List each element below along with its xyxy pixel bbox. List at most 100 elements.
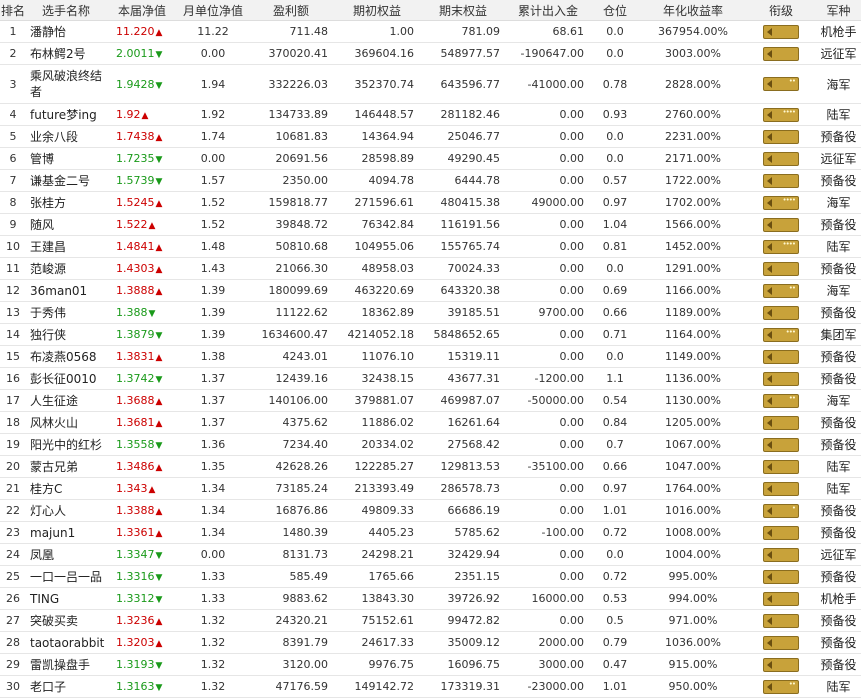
table-row[interactable]: 23 majun1 1.3361▲ 1.34 1480.39 4405.23 5785.62… xyxy=(0,521,861,544)
table-row[interactable]: 14 独行侠 1.3879▼ 1.39 1634600.47 4214052.18 5848… xyxy=(0,323,861,346)
start-equity-cell: 75152.61 xyxy=(334,609,420,632)
player-name-link[interactable]: 张桂方 xyxy=(26,191,106,214)
player-name-link[interactable]: 随风 xyxy=(26,213,106,236)
player-name-link[interactable]: 突破买卖 xyxy=(26,609,106,632)
net-flow-cell: 0.00 xyxy=(506,323,590,346)
table-row[interactable]: 5 业余八段 1.7438▲ 1.74 10681.83 14364.94 25046.77… xyxy=(0,125,861,148)
rank-insignia-icon: •• xyxy=(763,393,799,408)
column-header[interactable]: 累计出入金 xyxy=(506,0,590,21)
monthly-nav-cell: 1.34 xyxy=(178,499,248,522)
player-name-link[interactable]: 灯心人 xyxy=(26,499,106,522)
player-name-link[interactable]: 老口子 xyxy=(26,675,106,698)
player-name-link[interactable]: 于秀伟 xyxy=(26,301,106,324)
table-row[interactable]: 28 taotaorabbit 1.3203▲ 1.32 8391.79 24617.33… xyxy=(0,631,861,654)
table-row[interactable]: 17 人生征途 1.3688▲ 1.37 140106.00 379881.07 46998… xyxy=(0,389,861,412)
player-name-link[interactable]: 凤凰 xyxy=(26,543,106,566)
table-row[interactable]: 4 future梦ing 1.92▲ 1.92 134733.89 146448.57 28… xyxy=(0,103,861,126)
table-row[interactable]: 9 随风 1.522▲ 1.52 39848.72 76342.84 116191.56 0.… xyxy=(0,213,861,236)
player-name-link[interactable]: taotaorabbit xyxy=(26,631,106,654)
army-branch-cell: 陆军 xyxy=(816,455,861,478)
table-row[interactable]: 11 范峻源 1.4303▲ 1.43 21066.30 48958.03 70024.33… xyxy=(0,257,861,280)
table-row[interactable]: 30 老口子 1.3163▼ 1.32 47176.59 149142.72 173319.… xyxy=(0,675,861,698)
table-row[interactable]: 15 布凌燕0568 1.3831▲ 1.38 4243.01 11076.10 15319… xyxy=(0,345,861,368)
rank-insignia-icon xyxy=(763,481,799,496)
army-branch-cell: 远征军 xyxy=(816,42,861,65)
table-row[interactable]: 6 管博 1.7235▼ 0.00 20691.56 28598.89 49290.45 0.… xyxy=(0,147,861,170)
table-row[interactable]: 2 布林鳄2号 2.0011▼ 0.00 370020.41 369604.16 54897… xyxy=(0,42,861,65)
player-name-link[interactable]: 阳光中的红杉 xyxy=(26,433,106,456)
player-name-link[interactable]: majun1 xyxy=(26,521,106,544)
player-name-link[interactable]: 潘静怡 xyxy=(26,20,106,43)
column-header[interactable]: 选手名称 xyxy=(26,0,106,21)
table-row[interactable]: 8 张桂方 1.5245▲ 1.52 159818.77 271596.61 480415.… xyxy=(0,191,861,214)
table-row[interactable]: 3 乘风破浪终结者 1.9428▼ 1.94 332226.03 352370.74 643… xyxy=(0,64,861,104)
profit-cell: 12439.16 xyxy=(248,367,334,390)
player-name-link[interactable]: 独行侠 xyxy=(26,323,106,346)
nav-value: 1.7235 xyxy=(116,152,155,165)
column-header[interactable]: 衔级 xyxy=(746,0,816,21)
monthly-nav-cell: 1.32 xyxy=(178,653,248,676)
table-row[interactable]: 27 突破买卖 1.3236▲ 1.32 24320.21 75152.61 99472.8… xyxy=(0,609,861,632)
end-equity-cell: 49290.45 xyxy=(420,147,506,170)
table-row[interactable]: 10 王建昌 1.4841▲ 1.48 50810.68 104955.06 155765.… xyxy=(0,235,861,258)
player-name-link[interactable]: 36man01 xyxy=(26,279,106,302)
rank-cell: 22 xyxy=(0,499,26,522)
column-header[interactable]: 年化收益率 xyxy=(640,0,746,21)
player-name-link[interactable]: 布凌燕0568 xyxy=(26,345,106,368)
nav-cell: 1.3316▼ xyxy=(106,565,178,588)
rank-insignia-cell: •••• xyxy=(746,235,816,258)
player-name-link[interactable]: 风林火山 xyxy=(26,411,106,434)
net-flow-cell: 0.00 xyxy=(506,499,590,522)
player-name-link[interactable]: future梦ing xyxy=(26,103,106,126)
player-name-link[interactable]: 管博 xyxy=(26,147,106,170)
player-name-link[interactable]: 彭长征0010 xyxy=(26,367,106,390)
player-name-link[interactable]: 布林鳄2号 xyxy=(26,42,106,65)
position-cell: 1.01 xyxy=(590,499,640,522)
net-flow-cell: 0.00 xyxy=(506,147,590,170)
table-row[interactable]: 16 彭长征0010 1.3742▼ 1.37 12439.16 32438.15 4367… xyxy=(0,367,861,390)
green-down-arrow-icon: ▼ xyxy=(155,155,163,165)
table-row[interactable]: 20 蒙古兄弟 1.3486▲ 1.35 42628.26 122285.27 129813… xyxy=(0,455,861,478)
column-header[interactable]: 本届净值 xyxy=(106,0,178,21)
column-header[interactable]: 仓位 xyxy=(590,0,640,21)
table-row[interactable]: 24 凤凰 1.3347▼ 0.00 8131.73 24298.21 32429.94 0.… xyxy=(0,543,861,566)
player-name-link[interactable]: 业余八段 xyxy=(26,125,106,148)
player-name-link[interactable]: 乘风破浪终结者 xyxy=(26,64,106,104)
table-row[interactable]: 25 一口一吕一品 1.3316▼ 1.33 585.49 1765.66 2351.15 0… xyxy=(0,565,861,588)
column-header[interactable]: 军种 xyxy=(816,0,861,21)
net-flow-cell: 0.00 xyxy=(506,565,590,588)
column-header[interactable]: 期末权益 xyxy=(420,0,506,21)
player-name-link[interactable]: 人生征途 xyxy=(26,389,106,412)
column-header[interactable]: 排名 xyxy=(0,0,26,21)
player-name-link[interactable]: 范峻源 xyxy=(26,257,106,280)
table-row[interactable]: 12 36man01 1.3888▲ 1.39 180099.69 463220.69 64… xyxy=(0,279,861,302)
column-header[interactable]: 盈利额 xyxy=(248,0,334,21)
player-name-link[interactable]: 王建昌 xyxy=(26,235,106,258)
column-header[interactable]: 期初权益 xyxy=(334,0,420,21)
player-name-link[interactable]: 一口一吕一品 xyxy=(26,565,106,588)
table-row[interactable]: 19 阳光中的红杉 1.3558▼ 1.36 7234.40 20334.02 27568.… xyxy=(0,433,861,456)
table-row[interactable]: 1 潘静怡 11.220▲ 11.22 711.48 1.00 781.09 68.61 0.0… xyxy=(0,20,861,43)
player-name-link[interactable]: 蒙古兄弟 xyxy=(26,455,106,478)
start-equity-cell: 271596.61 xyxy=(334,191,420,214)
rank-cell: 26 xyxy=(0,587,26,610)
rank-cell: 25 xyxy=(0,565,26,588)
table-row[interactable]: 7 谦基金二号 1.5739▼ 1.57 2350.00 4094.78 6444.78 0.… xyxy=(0,169,861,192)
monthly-nav-cell: 1.52 xyxy=(178,191,248,214)
player-name-link[interactable]: 雷凯操盘手 xyxy=(26,653,106,676)
table-row[interactable]: 13 于秀伟 1.388▼ 1.39 11122.62 18362.89 39185.51 9… xyxy=(0,301,861,324)
army-branch-cell: 远征军 xyxy=(816,147,861,170)
player-name-link[interactable]: 桂方C xyxy=(26,477,106,500)
rank-cell: 27 xyxy=(0,609,26,632)
column-header[interactable]: 月单位净值 xyxy=(178,0,248,21)
table-row[interactable]: 21 桂方C 1.343▲ 1.34 73185.24 213393.49 286578.7… xyxy=(0,477,861,500)
start-equity-cell: 20334.02 xyxy=(334,433,420,456)
rank-insignia-cell xyxy=(746,169,816,192)
table-row[interactable]: 22 灯心人 1.3388▲ 1.34 16876.86 49809.33 66686.19… xyxy=(0,499,861,522)
table-row[interactable]: 18 风林火山 1.3681▲ 1.37 4375.62 11886.02 16261.64… xyxy=(0,411,861,434)
table-row[interactable]: 29 雷凯操盘手 1.3193▼ 1.32 3120.00 9976.75 16096.75… xyxy=(0,653,861,676)
player-name-link[interactable]: 谦基金二号 xyxy=(26,169,106,192)
insignia-stars-icon: •••• xyxy=(782,239,795,248)
player-name-link[interactable]: TING xyxy=(26,587,106,610)
table-row[interactable]: 26 TING 1.3312▼ 1.33 9883.62 13843.30 39726.92… xyxy=(0,587,861,610)
